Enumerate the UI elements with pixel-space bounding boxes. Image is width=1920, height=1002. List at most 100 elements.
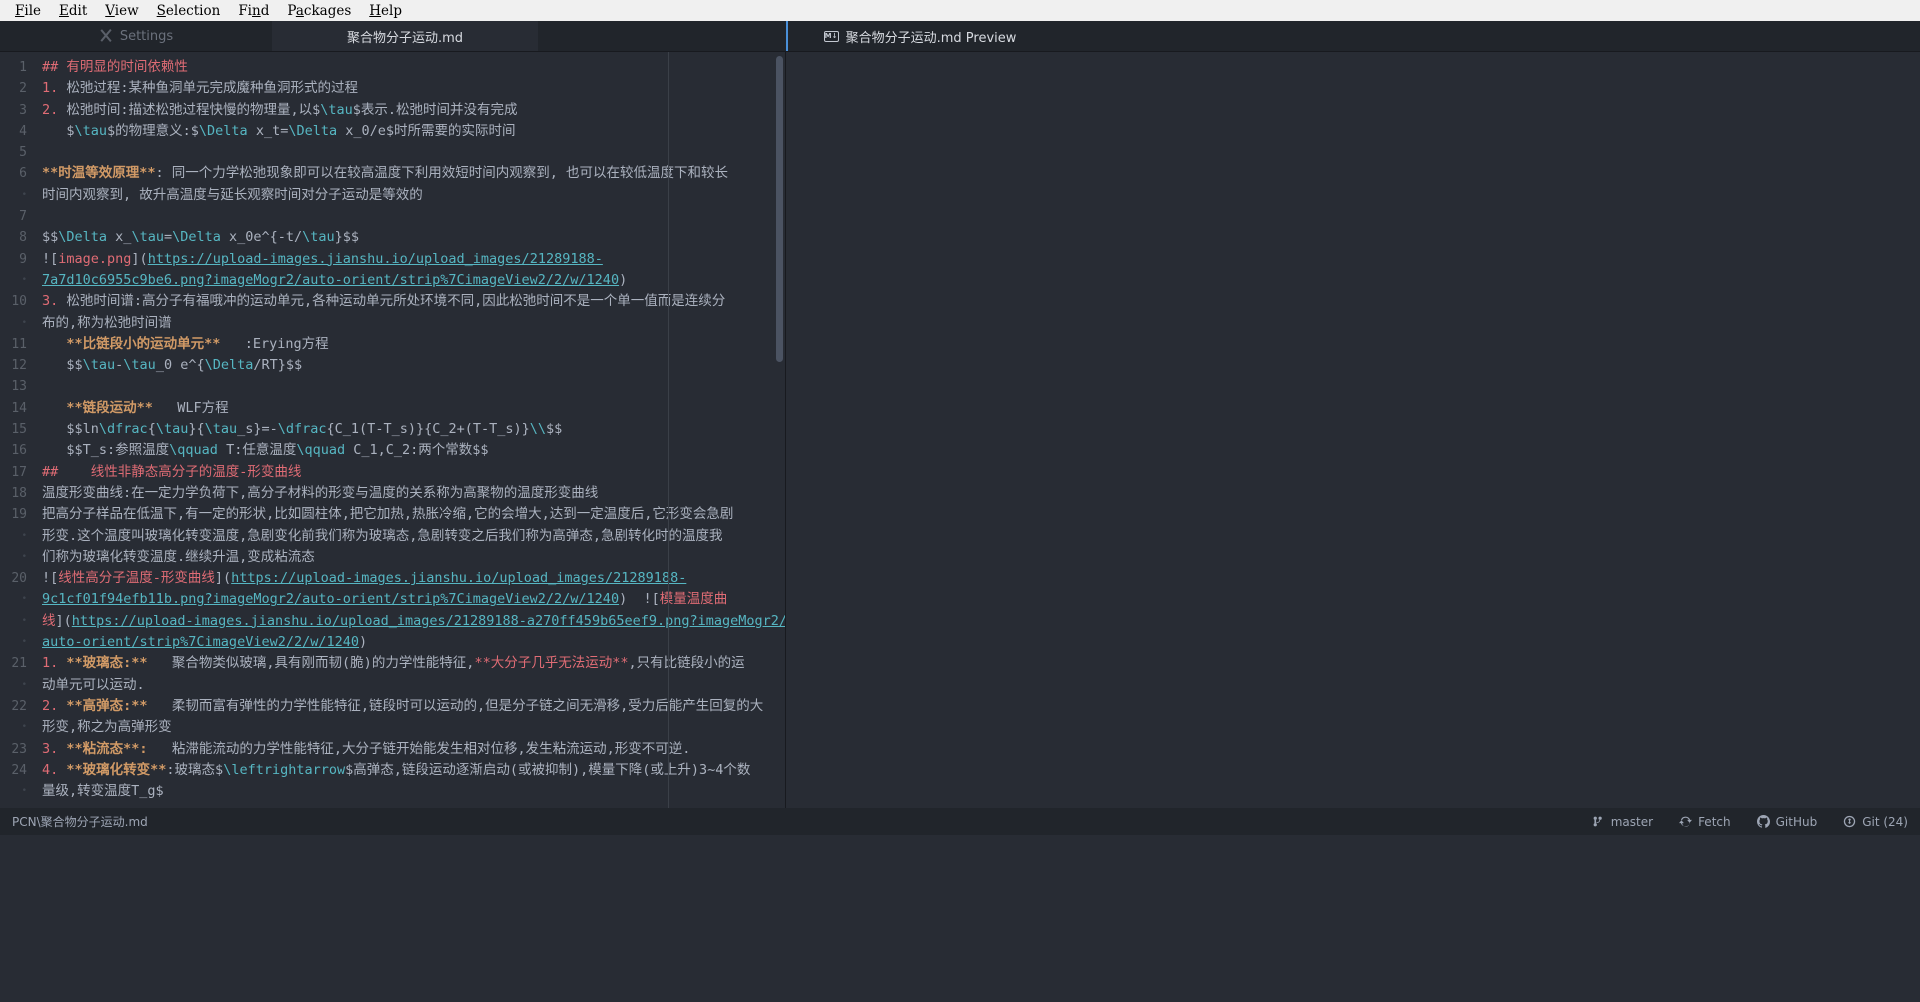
editor-line[interactable]: $$\tau-\tau_0 e^{\Delta/RT}$$ [42, 355, 785, 376]
status-item-label: master [1610, 814, 1654, 829]
code-token: 7a7d10c6955c9be6.png?imageMogr2/auto-ori… [42, 271, 620, 288]
soft-wrap-marker: • [21, 786, 27, 797]
code-token: \dfrac [277, 421, 327, 438]
code-token: 粘滞能流动的力学性能特征,大分子链开始能发生相对位移,发生粘流运动,形变不可逆. [147, 740, 691, 757]
editor-line[interactable]: $$T_s:参照温度\qquad T:任意温度\qquad C_1,C_2:两个… [42, 440, 785, 461]
editor-line[interactable]: 2. **高弹态:** 柔韧而富有弹性的力学性能特征,链段时可以运动的,但是分子… [42, 696, 785, 717]
status-file-path: PCN\聚合物分子运动.md [12, 815, 148, 829]
code-token: \Delta [58, 229, 108, 246]
editor-line[interactable]: 形变,称之为高弹形变 [42, 717, 785, 738]
line-number: 6 [19, 166, 27, 182]
editor-line[interactable]: auto-orient/strip%7CimageView2/2/w/1240) [42, 632, 785, 653]
soft-wrap-marker: • [21, 722, 27, 733]
code-token: 们称为玻璃化转变温度.继续升温,变成粘流态 [42, 548, 315, 565]
status-item-github[interactable]: GitHub [1756, 815, 1817, 829]
tab-preview[interactable]: M↓ 聚合物分子运动.md Preview [786, 21, 1052, 51]
code-token: _s}=- [237, 421, 278, 438]
code-token: ,只有比链段小的运 [628, 655, 745, 672]
code-token: $$ [42, 229, 59, 246]
menu-item-packages[interactable]: Packages [278, 2, 360, 20]
code-token: 时间内观察到, 故升高温度与延长观察时间对分子运动是等效的 [42, 186, 423, 203]
code-token: ) [619, 591, 628, 608]
status-item-label: Git (24) [1862, 814, 1908, 829]
code-token: \tau [82, 357, 116, 374]
code-token: $$ln [42, 421, 99, 438]
editor-line[interactable] [42, 142, 785, 163]
code-token: $$T_s:参照温度 [42, 442, 170, 459]
editor-line[interactable]: 线](https://upload-images.jianshu.io/uplo… [42, 611, 785, 632]
menu-item-edit[interactable]: Edit [50, 2, 96, 20]
code-token: 线 [42, 612, 56, 629]
text-editor[interactable]: 1 2 3 4 5 6 • 7 8 9 • 10 • 11 12 13 14 15 16 17 18 19 • • 20 • • • 2… [0, 52, 785, 808]
code-token: ]( [214, 570, 232, 587]
editor-line[interactable]: 9c1cf01f94efb11b.png?imageMogr2/auto-ori… [42, 589, 785, 610]
menu-item-selection[interactable]: Selection [148, 2, 230, 20]
tab-document[interactable]: 聚合物分子运动.md [272, 21, 538, 51]
status-bar-right: master Fetch GitHub Git (24) [1592, 815, 1908, 829]
editor-line[interactable] [42, 376, 785, 397]
editor-line[interactable]: 温度形变曲线:在一定力学负荷下,高分子材料的形变与温度的关系称为高聚物的温度形变… [42, 483, 785, 504]
editor-scrollbar[interactable] [776, 56, 783, 362]
line-number: 21 [11, 656, 27, 672]
editor-line[interactable]: 布的,称为松弛时间谱 [42, 313, 785, 334]
editor-content[interactable]: ## 有明显的时间依赖性 1. 松弛过程:某种鱼洞单元完成魔种鱼洞形式的过程 2. … [34, 52, 785, 808]
status-bar: PCN\聚合物分子运动.md master Fetch GitHub Git (24) [0, 808, 1920, 835]
menu-item-help[interactable]: Help [360, 2, 411, 20]
soft-wrap-marker: • [21, 189, 27, 200]
code-token: $$ [546, 421, 563, 438]
editor-line[interactable]: $$\Delta x_\tau=\Delta x_0e^{-t/\tau}$$ [42, 227, 785, 248]
code-token: \tau [131, 229, 164, 246]
markdown-preview-pane[interactable] [786, 52, 1920, 808]
code-token: C_1,C_2:两个常数$$ [345, 442, 489, 459]
menu-item-view[interactable]: View [96, 2, 147, 20]
code-token: $表示.松弛时间并没有完成 [352, 101, 518, 118]
editor-line[interactable]: 4. **玻璃化转变**:玻璃态$\leftrightarrow$高弹态,链段运… [42, 760, 785, 781]
code-token: auto-orient/strip%7CimageView2/2/w/1240 [42, 634, 359, 651]
editor-line[interactable]: ![线性高分子温度-形变曲线](https://upload-images.ji… [42, 568, 785, 589]
status-item-master[interactable]: master [1592, 815, 1653, 829]
editor-line[interactable]: 2. 松弛时间:描述松弛过程快慢的物理量,以$\tau$表示.松弛时间并没有完成 [42, 100, 785, 121]
editor-line[interactable]: **比链段小的运动单元** :Erying方程 [42, 334, 785, 355]
editor-line[interactable]: 时间内观察到, 故升高温度与延长观察时间对分子运动是等效的 [42, 185, 785, 206]
line-number: 24 [11, 762, 27, 778]
editor-line[interactable]: 7a7d10c6955c9be6.png?imageMogr2/auto-ori… [42, 270, 785, 291]
tab-settings[interactable]: Settings [0, 21, 272, 51]
editor-line[interactable] [42, 206, 785, 227]
editor-line[interactable]: 形变.这个温度叫玻璃化转变温度,急剧变化前我们称为玻璃态,急剧转变之后我们称为高… [42, 526, 785, 547]
editor-line[interactable]: **时温等效原理**: 同一个力学松弛现象即可以在较高温度下利用效短时间内观察到… [42, 163, 785, 184]
code-token: **高弹态:** [66, 697, 148, 714]
code-token: ) [358, 634, 368, 651]
code-token: ]( [131, 250, 148, 267]
editor-line[interactable]: 1. 松弛过程:某种鱼洞单元完成魔种鱼洞形式的过程 [42, 78, 785, 99]
editor-line[interactable]: 动单元可以运动. [42, 675, 785, 696]
line-number: 23 [11, 741, 27, 757]
code-token: }$$ [334, 229, 360, 246]
editor-line[interactable]: $$ln\dfrac{\tau}{\tau_s}=-\dfrac{C_1(T-T… [42, 419, 785, 440]
soft-wrap-marker: • [21, 615, 27, 626]
menu-item-file[interactable]: File [6, 2, 50, 20]
code-token: **玻璃态:** [66, 655, 148, 672]
code-token: 形变.这个温度叫玻璃化转变温度,急剧变化前我们称为玻璃态,急剧转变之后我们称为高… [42, 527, 723, 544]
status-item-git-24[interactable]: Git (24) [1843, 815, 1908, 829]
code-token: ) [619, 271, 628, 288]
code-token: 3. [42, 293, 59, 310]
editor-line[interactable]: ## 线性非静态高分子的温度-形变曲线 [42, 462, 785, 483]
status-item-fetch[interactable]: Fetch [1679, 815, 1731, 829]
code-token: 3. [42, 740, 59, 757]
editor-line[interactable]: 3. 松弛时间谱:高分子有福哦冲的运动单元,各种运动单元所处环境不同,因此松弛时… [42, 291, 785, 312]
editor-line[interactable]: 量级,转变温度T_g$ [42, 781, 785, 802]
editor-line[interactable]: ## 有明显的时间依赖性 [42, 57, 785, 78]
line-number: 4 [19, 123, 27, 139]
line-number: 22 [11, 698, 27, 714]
editor-line[interactable]: $\tau$的物理意义:$\Delta x_t=\Delta x_0/e$时所需… [42, 121, 785, 142]
editor-line[interactable]: 1. **玻璃态:** 聚合物类似玻璃,具有刚而韧(脆)的力学性能特征,**大分… [42, 653, 785, 674]
code-token: 松弛过程:某种鱼洞单元完成魔种鱼洞形式的过程 [58, 80, 359, 97]
code-token: \Delta [204, 357, 254, 374]
editor-line[interactable]: 把高分子样品在低温下,有一定的形状,比如圆柱体,把它加热,热胀冷缩,它的会增大,… [42, 504, 785, 525]
editor-line[interactable]: 们称为玻璃化转变温度.继续升温,变成粘流态 [42, 547, 785, 568]
editor-line[interactable]: ![image.png](https://upload-images.jians… [42, 249, 785, 270]
editor-line[interactable]: **链段运动** WLF方程 [42, 398, 785, 419]
line-number: 10 [11, 294, 27, 310]
menu-item-find[interactable]: Find [229, 2, 278, 20]
editor-line[interactable]: 3. **粘流态**: 粘滞能流动的力学性能特征,大分子链开始能发生相对位移,发… [42, 739, 785, 760]
